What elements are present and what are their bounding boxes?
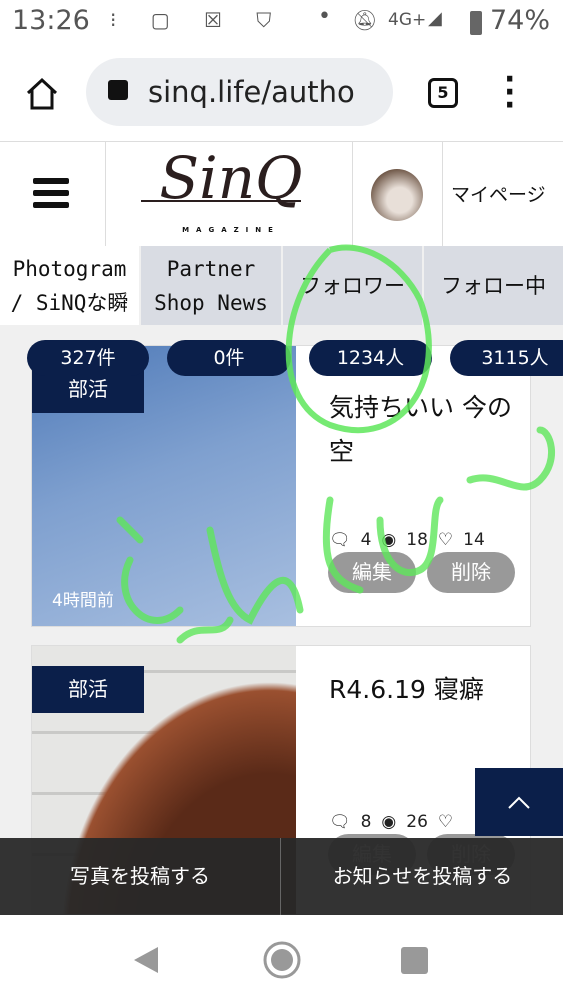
post-time: 4時間前 — [52, 591, 114, 611]
logo-subtext: MAGAZINE — [182, 226, 280, 234]
site-header: SinQ MAGAZINE マイページ — [0, 142, 563, 246]
url-bar[interactable]: sinq.life/autho — [86, 58, 393, 126]
battery-level: 74% — [490, 5, 551, 36]
scroll-to-top-button[interactable] — [475, 768, 563, 836]
menu-icon[interactable]: · · · — [504, 65, 515, 121]
chevron-up-icon — [508, 796, 530, 809]
tab-followers[interactable]: フォロワー — [283, 246, 422, 325]
comment-icon: 🗨︎ — [329, 812, 351, 832]
tab-photogram[interactable]: Photogram / SiNQな瞬 — [0, 246, 139, 325]
view-count: 18 — [406, 530, 428, 550]
tab-switcher-button[interactable]: 5 — [428, 78, 458, 108]
comment-count: 4 — [360, 530, 372, 550]
profile-tabs: Photogram / SiNQな瞬 Partner Shop News フォロ… — [0, 246, 563, 325]
mypage-link[interactable]: マイページ — [451, 180, 546, 207]
recents-icon[interactable] — [401, 947, 428, 974]
count-badge-photogram: 327件 — [27, 340, 149, 376]
post-photo-button[interactable]: 写真を投稿する — [0, 838, 281, 915]
status-time: 13:26 — [12, 5, 90, 36]
android-nav-bar — [0, 915, 563, 1000]
post-stats: 🗨︎ 8 ◉ 26 ♡ — [329, 812, 453, 832]
post-title[interactable]: R4.6.19 寝癖 — [329, 668, 519, 712]
count-badge-following: 3115人 — [450, 340, 563, 376]
count-badge-news: 0件 — [167, 340, 291, 376]
post-news-button[interactable]: お知らせを投稿する — [282, 838, 563, 915]
heart-icon: ♡ — [437, 812, 454, 832]
comment-icon: 🗨︎ — [329, 530, 351, 550]
delete-button[interactable]: 削除 — [427, 552, 515, 593]
eye-icon: ◉ — [381, 530, 397, 550]
lock-icon — [108, 80, 128, 100]
tab-partner-shop-news[interactable]: Partner Shop News — [141, 246, 281, 325]
avatar[interactable] — [371, 169, 423, 221]
battery-icon — [470, 11, 482, 35]
avatar-cell[interactable] — [353, 142, 443, 246]
hamburger-button[interactable] — [0, 142, 106, 246]
status-bar: 13:26 ⁝ ▢ ☒ ⛉ • 🔕︎ 4G+ ◢ 74% — [0, 0, 563, 45]
logo[interactable]: SinQ MAGAZINE — [106, 142, 353, 246]
like-count: 14 — [463, 530, 485, 550]
url-text: sinq.life/autho — [148, 75, 355, 109]
network-type: 4G+ — [388, 10, 427, 30]
logo-underline — [141, 200, 301, 202]
signal-icon: ◢ — [428, 8, 442, 29]
notification-icons: ⁝ ▢ ☒ ⛉ — [110, 8, 286, 32]
home-icon[interactable] — [24, 76, 60, 112]
post-stats: 🗨︎ 4 ◉ 18 ♡ 14 — [329, 530, 485, 550]
mute-icon: 🔕︎ — [352, 8, 378, 32]
bottom-action-bar: 写真を投稿する お知らせを投稿する — [0, 838, 563, 915]
view-count: 26 — [406, 812, 428, 832]
dot-icon: • — [318, 4, 331, 29]
post-card[interactable]: 部活 4時間前 気持ちいい 今の空 🗨︎ 4 ◉ 18 ♡ 14 編集 削除 — [31, 345, 531, 627]
category-label: 部活 — [32, 666, 144, 713]
comment-count: 8 — [360, 812, 372, 832]
browser-toolbar: sinq.life/autho 5 · · · — [0, 45, 563, 142]
count-badge-followers: 1234人 — [309, 340, 432, 376]
eye-icon: ◉ — [381, 812, 397, 832]
heart-icon: ♡ — [437, 530, 454, 550]
edit-button[interactable]: 編集 — [328, 552, 416, 593]
home-circle-icon[interactable] — [262, 940, 302, 980]
tab-following[interactable]: フォロー中 — [424, 246, 563, 325]
back-icon[interactable] — [132, 945, 160, 975]
hamburger-icon — [33, 178, 69, 184]
post-title[interactable]: 気持ちいい 今の空 — [329, 386, 519, 474]
